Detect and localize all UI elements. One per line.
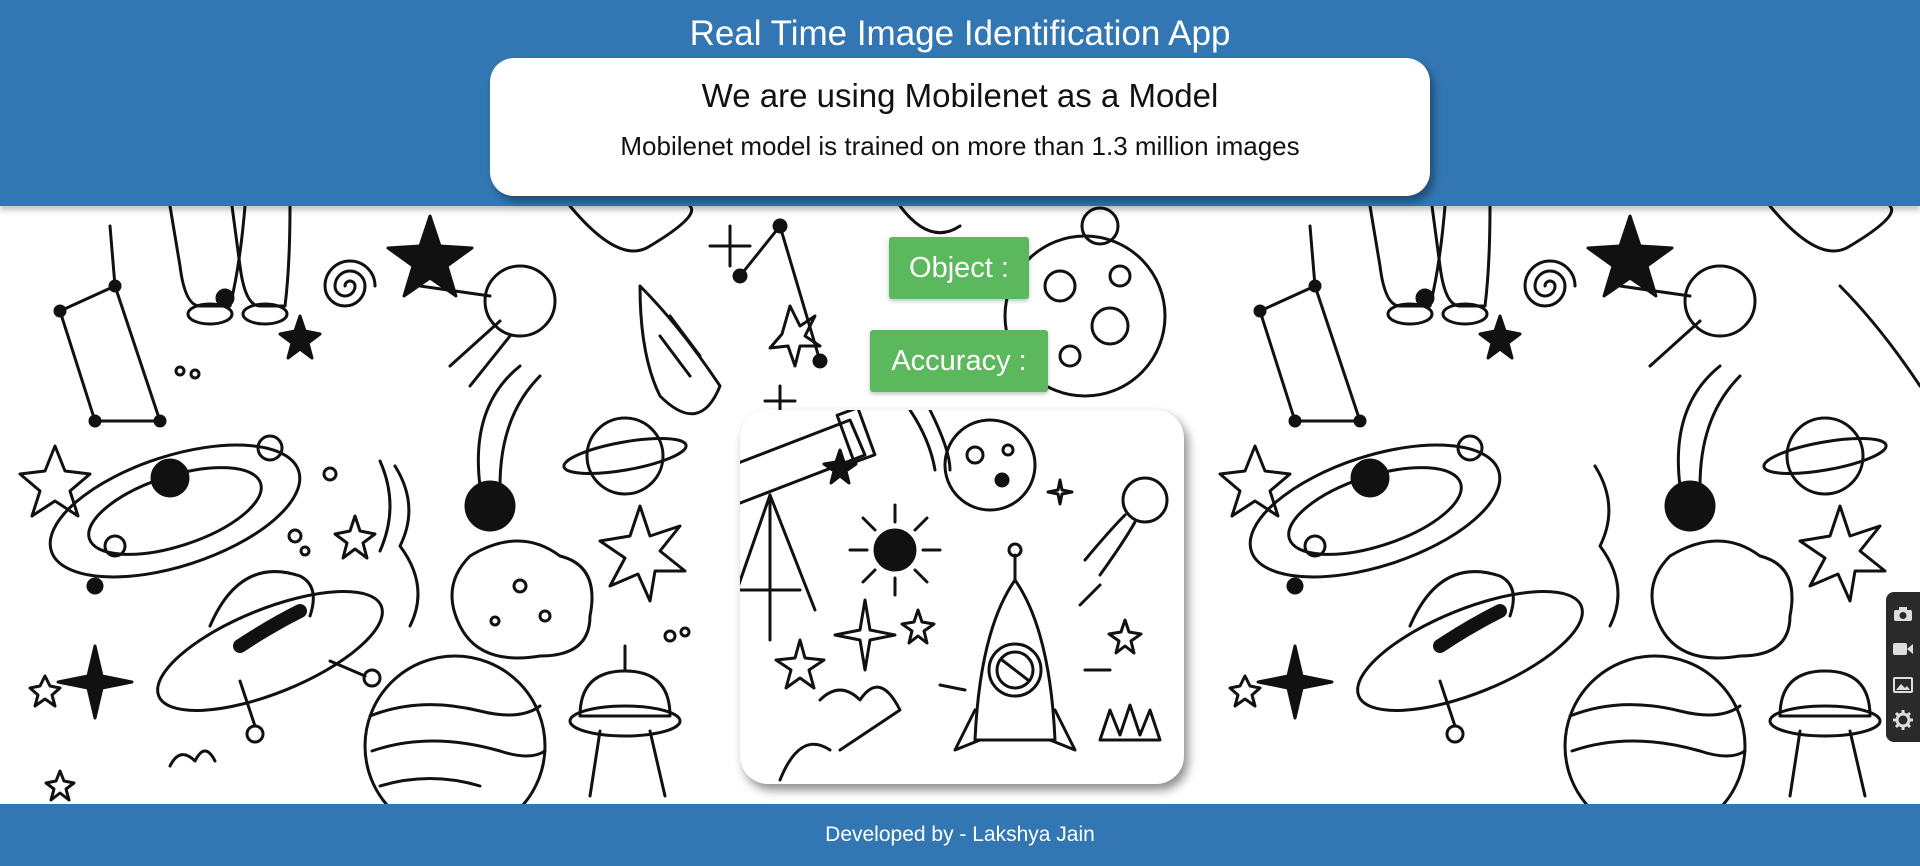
striped-planet-icon [363, 654, 547, 804]
app-header: Real Time Image Identification App We ar… [0, 0, 1920, 206]
side-toolbar [1886, 592, 1920, 742]
doodle-pattern-right [1218, 206, 1920, 804]
asteroid-icon [450, 539, 594, 660]
ufo-icon [156, 570, 384, 744]
webcam-preview-doodle [740, 410, 1169, 782]
planet-icon [562, 416, 688, 496]
rocket-icon [953, 542, 1077, 752]
image-icon[interactable] [1890, 672, 1916, 698]
model-subtitle: Mobilenet model is trained on more than … [620, 131, 1300, 161]
model-heading: We are using Mobilenet as a Model [701, 77, 1219, 114]
sun-icon [848, 503, 942, 597]
model-info-card: We are using Mobilenet as a Model Mobile… [490, 58, 1430, 196]
comet-icon [464, 364, 542, 532]
probe-icon [568, 644, 682, 798]
video-icon[interactable] [1890, 636, 1916, 662]
astronaut-icon [168, 206, 292, 326]
constellation-icon [53, 224, 167, 428]
footer: Developed by - Lakshya Jain [0, 804, 1920, 866]
app-title: Real Time Image Identification App [689, 14, 1231, 53]
camera-icon[interactable] [1890, 601, 1916, 627]
webcam-preview [740, 410, 1184, 784]
object-result-button[interactable]: Object : [889, 237, 1029, 299]
accuracy-result-button[interactable]: Accuracy : [870, 330, 1048, 392]
footer-credit: Developed by - Lakshya Jain [825, 823, 1095, 846]
rocket-icon [568, 206, 722, 416]
gear-icon[interactable] [1890, 707, 1916, 733]
telescope-icon [740, 410, 877, 642]
